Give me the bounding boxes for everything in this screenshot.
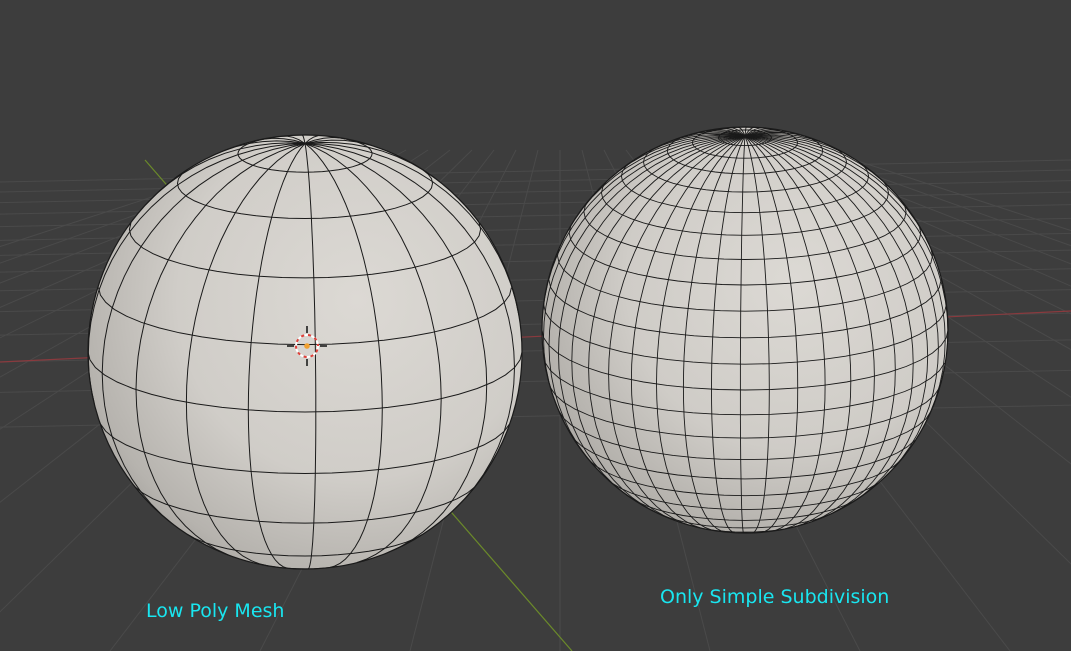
viewport-scene[interactable]: [0, 0, 1071, 651]
low-poly-mesh-label: Low Poly Mesh: [146, 600, 285, 622]
3d-viewport[interactable]: Low Poly Mesh Only Simple Subdivision: [0, 0, 1071, 651]
low-poly-sphere[interactable]: [87, 134, 523, 570]
simple-subdivision-label: Only Simple Subdivision: [660, 586, 890, 608]
subdivided-sphere[interactable]: [541, 126, 949, 534]
